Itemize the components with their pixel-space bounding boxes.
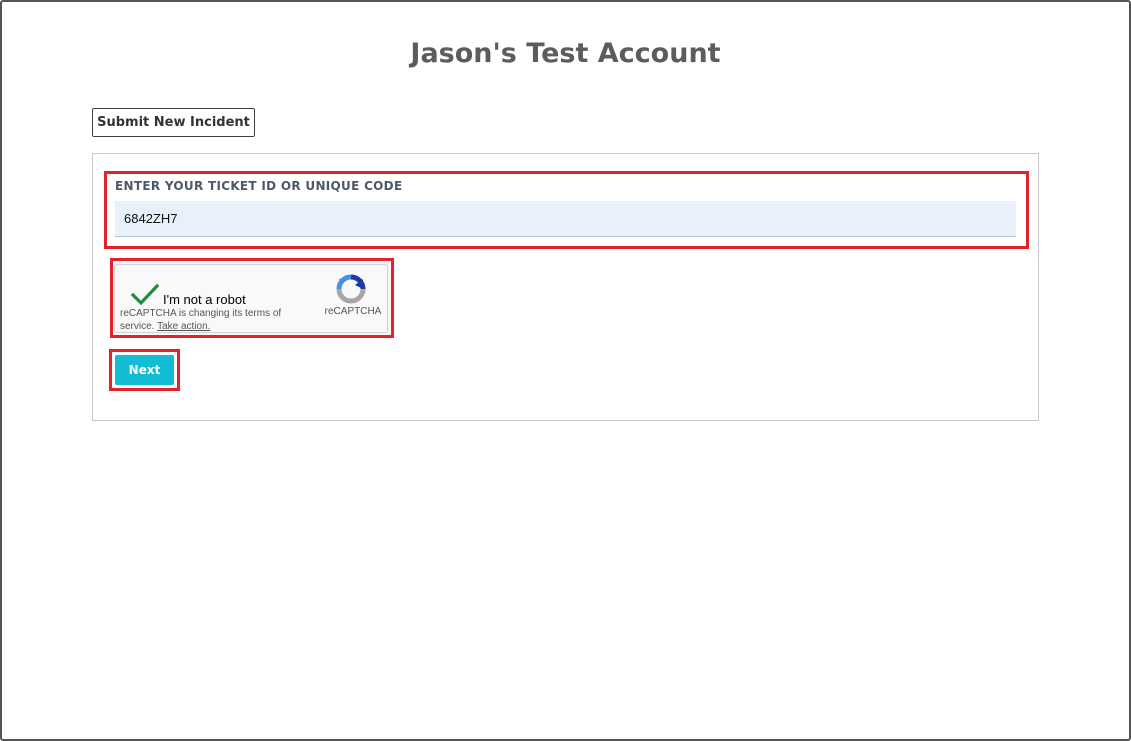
highlight-ticket-field [104, 171, 1029, 249]
highlight-next-button [109, 349, 180, 391]
submit-new-incident-button[interactable]: Submit New Incident [92, 108, 255, 137]
page-title: Jason's Test Account [410, 38, 721, 69]
highlight-captcha [110, 258, 394, 338]
